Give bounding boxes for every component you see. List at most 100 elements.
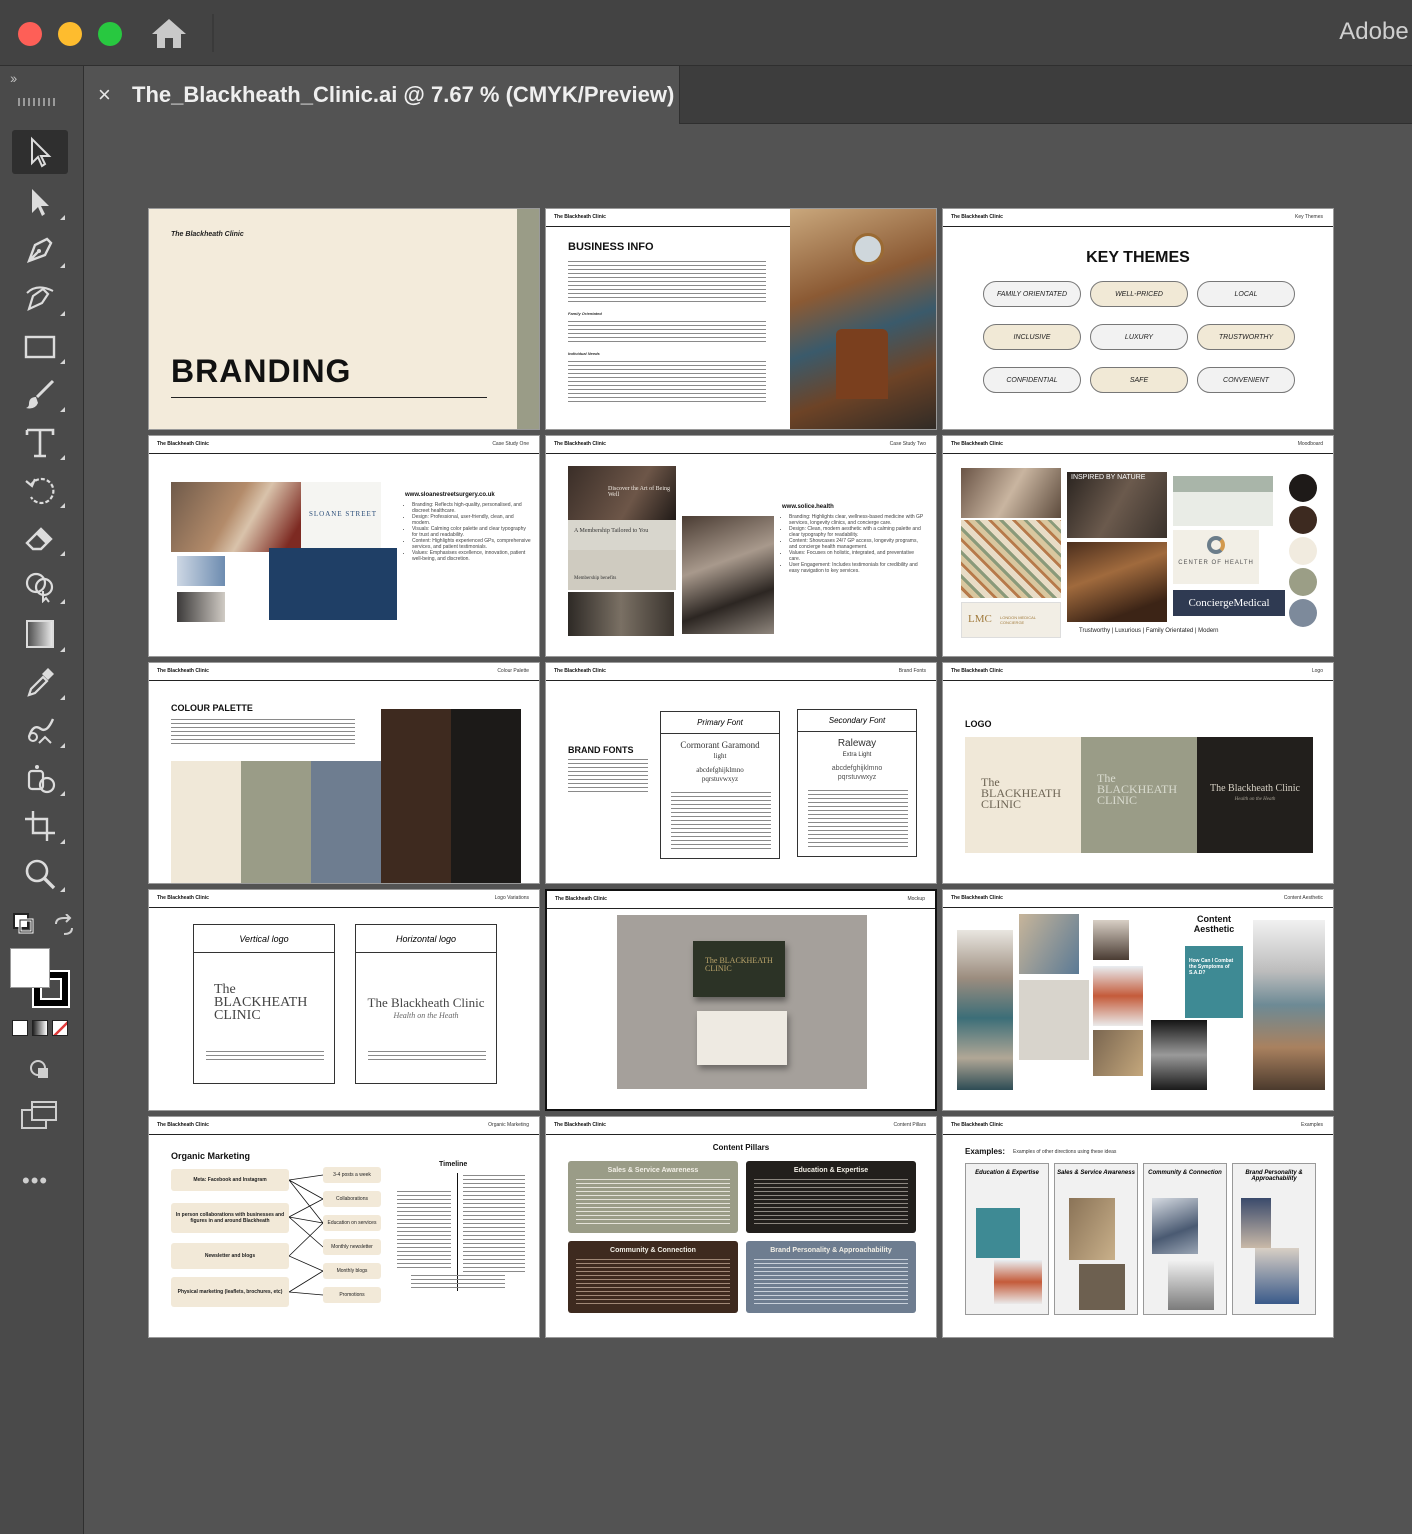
fonts-description (568, 759, 648, 795)
document-tab[interactable]: × The_Blackheath_Clinic.ai @ 7.67 % (CMY… (84, 66, 680, 124)
individual-text (568, 361, 766, 405)
collage-portrait (1093, 920, 1129, 960)
timeline-title: Timeline (439, 1161, 468, 1168)
fill-stroke-swatch[interactable] (10, 948, 70, 1008)
gradient-tool[interactable] (12, 612, 68, 656)
logo-cream: The BLACKHEATH CLINIC (965, 737, 1081, 853)
eyedropper-tool[interactable] (12, 660, 68, 704)
artboard-header: The Blackheath Clinic Key Themes (943, 209, 1333, 227)
marketing-activity: Promotions (323, 1287, 381, 1303)
artboard-tool[interactable] (12, 804, 68, 848)
color-mode-buttons[interactable] (12, 1020, 68, 1038)
sloane-nav-menu (269, 548, 397, 620)
mockup-background: The BLACKHEATH CLINIC (617, 915, 867, 1089)
window-close-button[interactable] (18, 22, 42, 46)
eraser-tool[interactable] (12, 516, 68, 560)
home-icon[interactable] (148, 14, 190, 54)
sloane-url: www.sloanestreetsurgery.co.uk (405, 492, 495, 498)
paintbrush-tool[interactable] (12, 372, 68, 416)
mood-swatch (1289, 599, 1317, 627)
marketing-activity: Monthly blogs (323, 1263, 381, 1279)
collapse-panel-icon[interactable]: ›› (10, 70, 17, 86)
draw-mode-icon[interactable] (26, 1056, 56, 1086)
marketing-channel: In person collaborations with businesses… (171, 1203, 289, 1233)
pillar-card: Sales & Service Awareness (568, 1161, 738, 1233)
artboard-logo[interactable]: The Blackheath Clinic Logo LOGO The BLACK… (942, 662, 1334, 884)
theme-pill: WELL-PRICED (1090, 281, 1188, 307)
gradient-button[interactable] (32, 1020, 48, 1036)
screen-mode-icon[interactable] (20, 1100, 60, 1132)
marketing-activity: 3-4 posts a week (323, 1167, 381, 1183)
artboard-moodboard[interactable]: The Blackheath Clinic Moodboard LMC LONDO… (942, 435, 1334, 657)
blend-tool[interactable] (12, 708, 68, 752)
type-icon (25, 428, 55, 458)
curvature-tool[interactable] (12, 276, 68, 320)
eraser-icon (25, 527, 53, 551)
artboard-colour-palette[interactable]: The Blackheath Clinic Colour Palette COLO… (148, 662, 540, 884)
logo-sage: The BLACKHEATH CLINIC (1081, 737, 1197, 853)
rectangle-icon (24, 335, 56, 359)
type-tool[interactable] (12, 420, 68, 464)
title-bar: Adobe I (0, 0, 1412, 66)
artboard-content-pillars[interactable]: The Blackheath Clinic Content Pillars Con… (545, 1116, 937, 1338)
artboard-organic-marketing[interactable]: The Blackheath Clinic Organic Marketing O… (148, 1116, 540, 1338)
pen-icon (26, 237, 53, 264)
artboard-header: The Blackheath Clinic Case Study One (149, 436, 539, 454)
close-tab-icon[interactable]: × (98, 82, 111, 108)
none-button[interactable] (52, 1020, 68, 1036)
artboard-header: The Blackheath Clinic Case Study Two (546, 436, 936, 454)
symbol-sprayer-tool[interactable] (12, 756, 68, 800)
palette-swatch (311, 761, 381, 883)
artboard-examples[interactable]: The Blackheath Clinic Examples Examples: … (942, 1116, 1334, 1338)
rotate-tool[interactable] (12, 468, 68, 512)
sloane-hero-photo (171, 482, 301, 552)
sage-band (517, 209, 539, 429)
document-tab-bar: × The_Blackheath_Clinic.ai @ 7.67 % (CMY… (84, 66, 1412, 124)
subheading-family: Family Orientated (568, 311, 602, 316)
palette-swatch (171, 761, 241, 883)
more-tools-button[interactable]: ••• (22, 1168, 48, 1194)
collage-photo (1019, 914, 1079, 974)
artboard-content-aesthetic[interactable]: The Blackheath Clinic Content Aesthetic C… (942, 889, 1334, 1111)
artboard-brand-fonts[interactable]: The Blackheath Clinic Brand Fonts BRAND F… (545, 662, 937, 884)
shape-builder-tool[interactable] (12, 564, 68, 608)
artboard-header: The Blackheath Clinic Brand Fonts (546, 663, 936, 681)
pen-tool[interactable] (12, 228, 68, 272)
zoom-tool[interactable] (12, 852, 68, 896)
artboard-business-info[interactable]: The Blackheath Clinic BUSINESS INFO Fami… (545, 208, 937, 430)
artboard-branding[interactable]: The Blackheath Clinic BRANDING (148, 208, 540, 430)
mood-swatch (1289, 568, 1317, 596)
artboard-header: The Blackheath Clinic Organic Marketing (149, 1117, 539, 1135)
artboard-header: The Blackheath Clinic (546, 209, 790, 227)
shape-builder-icon (25, 572, 54, 603)
artboard-mockup[interactable]: The Blackheath Clinic Mockup The BLACKHEA… (545, 889, 937, 1111)
marketing-activity: Collaborations (323, 1191, 381, 1207)
color-button[interactable] (12, 1020, 28, 1036)
marketing-connectors (289, 1174, 324, 1296)
canvas[interactable]: The Blackheath Clinic BRANDING The Black… (84, 124, 1412, 1534)
artboard-logo-variations[interactable]: The Blackheath Clinic Logo Variations Ver… (148, 889, 540, 1111)
swap-fill-stroke-icon[interactable] (52, 913, 76, 938)
artboard-key-themes[interactable]: The Blackheath Clinic Key Themes KEY THEM… (942, 208, 1334, 430)
artboard-case-study-solice[interactable]: The Blackheath Clinic Case Study Two Disc… (545, 435, 937, 657)
selection-tool[interactable] (12, 130, 68, 174)
panel-grip[interactable] (18, 98, 58, 106)
timeline-left-text (397, 1191, 451, 1271)
family-text (568, 321, 766, 345)
artboard-case-study-sloane[interactable]: The Blackheath Clinic Case Study One SLOA… (148, 435, 540, 657)
artboard-header: The Blackheath Clinic Logo Variations (149, 890, 539, 908)
palette-description (171, 719, 355, 747)
window-minimize-button[interactable] (58, 22, 82, 46)
pillar-card: Community & Connection (568, 1241, 738, 1313)
teal-post: How Can I Combat the Symptoms of S.A.D? (1185, 946, 1243, 1018)
title-underline (171, 397, 487, 398)
window-maximize-button[interactable] (98, 22, 122, 46)
logo-title: LOGO (965, 719, 992, 729)
fill-swatch[interactable] (10, 948, 50, 988)
rectangle-tool[interactable] (12, 324, 68, 368)
symbol-sprayer-icon (27, 765, 56, 794)
default-fill-stroke-icon[interactable] (12, 912, 36, 936)
direct-selection-tool[interactable] (12, 180, 68, 224)
interior-photo (790, 209, 936, 429)
example-column: Brand Personality & Approachability (1232, 1163, 1316, 1315)
